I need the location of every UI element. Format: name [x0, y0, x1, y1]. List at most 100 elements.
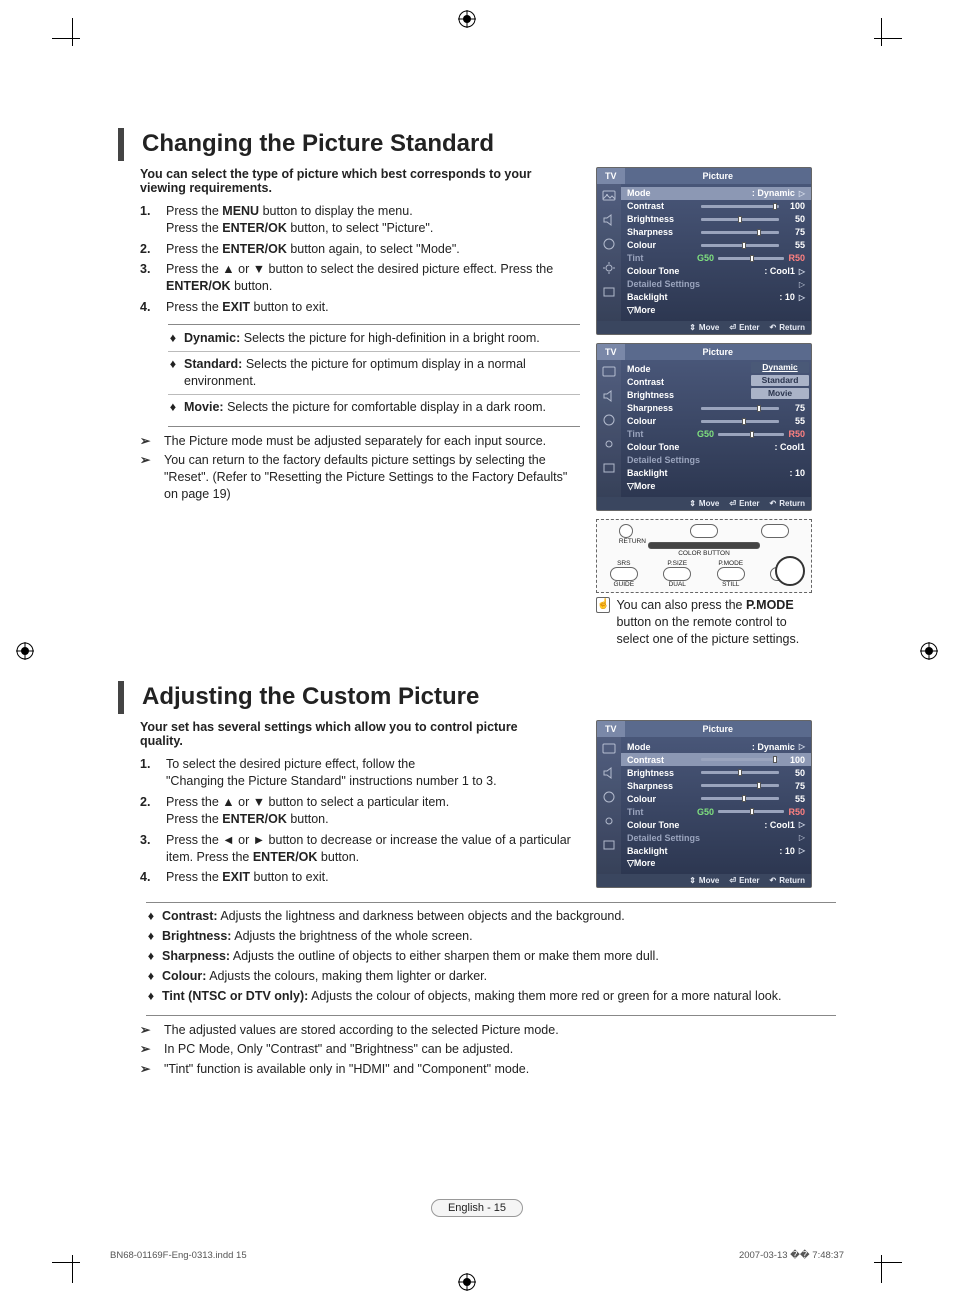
arrow-icon: ➢	[140, 452, 156, 503]
channel-icon	[597, 232, 621, 256]
osd-row-backlight[interactable]: Backlight: 10	[627, 467, 805, 480]
crop-mark	[72, 18, 73, 46]
heading: Adjusting the Custom Picture	[142, 681, 479, 714]
osd-row-colour-tone[interactable]: Colour Tone: Cool1	[627, 441, 805, 454]
section1-left: You can select the type of picture which…	[140, 167, 580, 648]
step-body: Press the ▲ or ▼ button to select a part…	[166, 794, 580, 828]
crop-mark	[52, 38, 80, 39]
return-icon: ↶	[770, 876, 777, 885]
remote-note-text: You can also press the P.MODE button on …	[616, 597, 816, 648]
osd-mode-dropdown: Dynamic Standard Movie	[751, 361, 809, 400]
osd-tv-label: TV	[597, 168, 625, 184]
reg-mark-left	[16, 642, 34, 660]
osd-move-hint: ⇕Move	[689, 499, 719, 508]
mode-option-movie[interactable]: Movie	[751, 388, 809, 399]
page-number-badge: English - 15	[431, 1199, 523, 1217]
osd-row-colour[interactable]: Colour55	[627, 415, 805, 428]
osd-row-detailed: Detailed Settings	[627, 454, 805, 467]
section-title-1: Changing the Picture Standard	[118, 128, 836, 161]
note-text: The adjusted values are stored according…	[164, 1022, 836, 1039]
osd-row-contrast[interactable]: Contrast100	[627, 200, 805, 213]
osd-row-more[interactable]: ▽More	[627, 304, 805, 317]
step-num: 1.	[140, 203, 156, 237]
step: 1. Press the MENU button to display the …	[140, 203, 580, 237]
osd-body: Mode: Dynamic▷ Contrast100 Brightness50 …	[597, 737, 811, 874]
bullet-icon: ♦	[168, 399, 178, 416]
step: 3. Press the ▲ or ▼ button to select the…	[140, 261, 580, 295]
osd-row-tint: TintG50R50	[627, 252, 805, 265]
step-body: Press the ENTER/OK button again, to sele…	[166, 241, 580, 258]
arrow-icon: ➢	[140, 1041, 156, 1058]
note: ➢ You can return to the factory defaults…	[140, 452, 580, 503]
osd-row-colour-tone[interactable]: Colour Tone: Cool1▷	[627, 818, 805, 831]
osd-row-colour[interactable]: Colour55	[627, 239, 805, 252]
enter-icon: ⏎	[729, 323, 736, 332]
title-bar	[118, 128, 124, 161]
osd-enter-hint: ⏎Enter	[729, 323, 759, 332]
osd-title: Picture	[625, 724, 811, 734]
osd-row-brightness[interactable]: Brightness50	[627, 766, 805, 779]
reg-mark-right	[920, 642, 938, 660]
crop-mark	[881, 1255, 882, 1283]
input-icon	[597, 833, 621, 857]
sound-icon	[597, 761, 621, 785]
osd-row-backlight[interactable]: Backlight: 10▷	[627, 844, 805, 857]
step: 4. Press the EXIT button to exit.	[140, 869, 580, 886]
section-title-2: Adjusting the Custom Picture	[118, 681, 836, 714]
mode-desc: ♦ Movie: Selects the picture for comfort…	[168, 399, 580, 416]
crop-mark	[52, 1262, 80, 1263]
step-body: Press the EXIT button to exit.	[166, 299, 580, 316]
osd-icon-column	[597, 737, 621, 874]
bullet-icon: ♦	[146, 928, 156, 945]
osd-row-colour-tone[interactable]: Colour Tone: Cool1▷	[627, 265, 805, 278]
crop-mark	[874, 1262, 902, 1263]
setup-icon	[597, 809, 621, 833]
reg-mark-top	[458, 10, 476, 28]
step: 2. Press the ▲ or ▼ button to select a p…	[140, 794, 580, 828]
color-buttons	[648, 542, 759, 549]
bullet-icon: ♦	[168, 330, 178, 347]
bullet-icon: ♦	[168, 356, 178, 390]
step-body: Press the MENU button to display the men…	[166, 203, 580, 237]
osd-panel-3: TV Picture Mode: Dynamic▷	[596, 720, 812, 888]
step-body: Press the ▲ or ▼ button to select the de…	[166, 261, 580, 295]
picture-icon	[597, 184, 621, 208]
osd-footer: ⇕Move ⏎Enter ↶Return	[597, 874, 811, 887]
osd-row-brightness[interactable]: Brightness50	[627, 213, 805, 226]
mode-option-dynamic[interactable]: Dynamic	[751, 362, 809, 373]
osd-row-sharpness[interactable]: Sharpness75	[627, 779, 805, 792]
osd-row-contrast[interactable]: Contrast100	[621, 753, 811, 766]
step: 2. Press the ENTER/OK button again, to s…	[140, 241, 580, 258]
osd-footer: ⇕Move ⏎Enter ↶Return	[597, 321, 811, 334]
osd-row-mode[interactable]: Mode: Dynamic▷	[621, 187, 811, 200]
note: ➢In PC Mode, Only "Contrast" and "Bright…	[140, 1041, 836, 1058]
mode-option-standard[interactable]: Standard	[751, 375, 809, 386]
step-num: 4.	[140, 869, 156, 886]
osd-row-sharpness[interactable]: Sharpness75	[627, 226, 805, 239]
osd-row-more[interactable]: ▽More	[627, 480, 805, 493]
osd-row-backlight[interactable]: Backlight: 10▷	[627, 291, 805, 304]
osd-row-more[interactable]: ▽More	[627, 857, 805, 870]
osd-content: Mode: Dynamic▷ Contrast100 Brightness50 …	[621, 737, 811, 874]
picture-icon	[597, 360, 621, 384]
note: ➢The adjusted values are stored accordin…	[140, 1022, 836, 1039]
chevron-right-icon: ▷	[799, 189, 805, 198]
updown-icon: ⇕	[689, 876, 696, 885]
note-text: The Picture mode must be adjusted separa…	[164, 433, 580, 450]
note: ➢ The Picture mode must be adjusted sepa…	[140, 433, 580, 450]
remote-note: ☝ You can also press the P.MODE button o…	[596, 597, 816, 648]
pmode-highlight-ring	[775, 556, 805, 586]
osd-panel-2: TV Picture Dynamic	[596, 343, 812, 511]
osd-row-mode[interactable]: Mode: Dynamic▷	[627, 740, 805, 753]
setup-icon	[597, 256, 621, 280]
osd-row-sharpness[interactable]: Sharpness75	[627, 402, 805, 415]
osd-row-colour[interactable]: Colour55	[627, 792, 805, 805]
def-text: Colour: Adjusts the colours, making them…	[162, 968, 836, 985]
chevron-right-icon: ▷	[799, 267, 805, 276]
chevron-right-icon: ▷	[799, 846, 805, 855]
mode-desc: ♦ Standard: Selects the picture for opti…	[168, 356, 580, 390]
section1-right: TV Picture Mode: Dynamic▷	[596, 167, 816, 648]
remote-control-image: RETURN COLOR BUTTON SRSGUIDE P.SIZEDUAL …	[596, 519, 812, 593]
arrow-icon: ➢	[140, 1061, 156, 1078]
page-footer: English - 15	[0, 1199, 954, 1217]
